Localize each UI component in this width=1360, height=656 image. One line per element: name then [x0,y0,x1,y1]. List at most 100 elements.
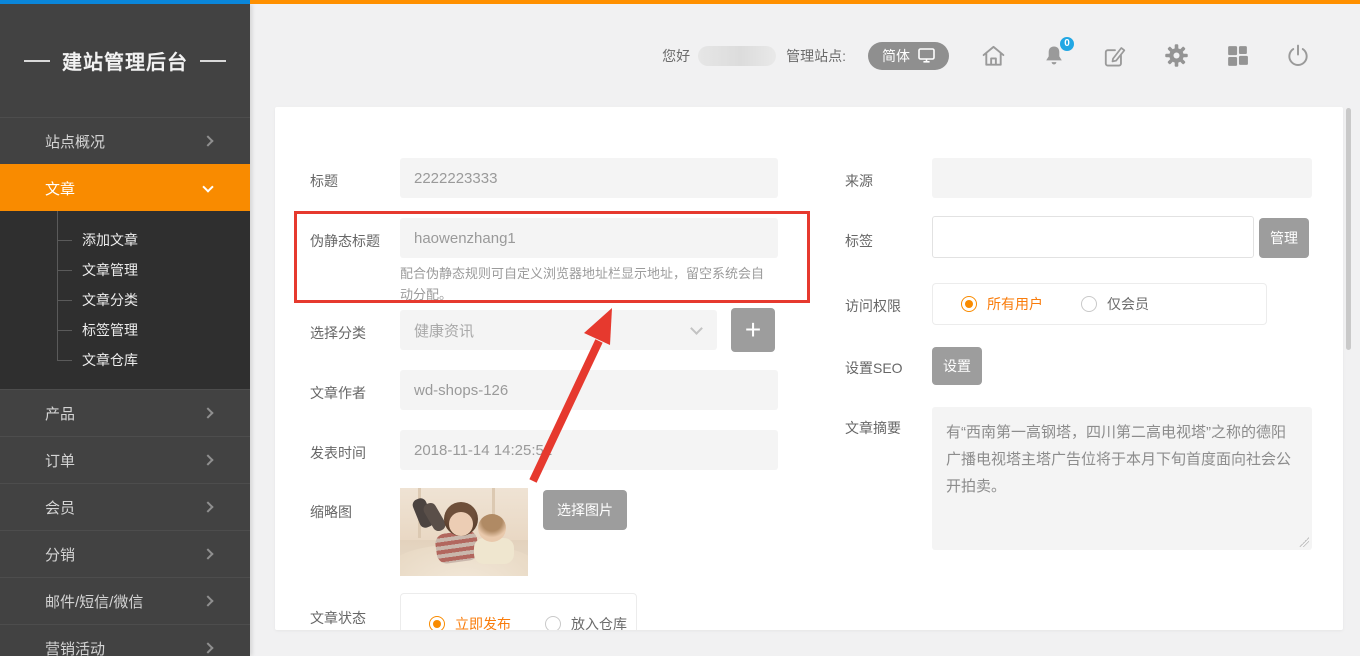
radio-unselected-icon [545,616,561,630]
choose-image-button[interactable]: 选择图片 [543,490,627,530]
radio-publish-now[interactable]: 立即发布 [429,614,511,630]
slug-label: 伪静态标题 [310,231,380,251]
sidebar-item-site-overview[interactable]: 站点概况 [0,117,250,164]
radio-to-warehouse[interactable]: 放入仓库 [545,614,627,630]
topbar-accent-orange [250,0,1360,4]
sidebar-item-label: 站点概况 [45,131,105,152]
sidebar-item-label: 分销 [45,544,75,565]
seo-settings-button[interactable]: 设置 [932,347,982,385]
greeting-text: 您好 [662,46,690,66]
lang-label: 简体 [882,46,910,66]
tags-input[interactable] [932,216,1254,258]
radio-members-only[interactable]: 仅会员 [1081,294,1149,314]
grid-icon [1225,43,1250,68]
sidebar-item-articles[interactable]: 文章 [0,164,250,211]
category-label: 选择分类 [310,323,366,343]
scrollbar-thumb[interactable] [1346,108,1351,350]
access-label: 访问权限 [845,296,901,316]
submenu-item-label: 标签管理 [82,320,138,340]
title-label: 标题 [310,171,338,191]
radio-all-users[interactable]: 所有用户 [961,294,1043,314]
articles-submenu: 添加文章 文章管理 文章分类 标签管理 文章仓库 [0,211,250,389]
power-icon [1285,43,1311,69]
submenu-item-article-warehouse[interactable]: 文章仓库 [0,345,250,375]
radio-selected-icon [429,616,445,630]
app-title: 建站管理后台 [62,46,188,75]
author-label: 文章作者 [310,383,366,403]
manage-site-label: 管理站点: [786,46,846,66]
sidebar-item-label: 会员 [45,497,75,518]
apps-button[interactable] [1223,42,1251,70]
publish-time-input[interactable] [400,430,778,470]
sidebar-item-mail-sms-wechat[interactable]: 邮件/短信/微信 [0,577,250,624]
radio-label: 放入仓库 [571,614,627,630]
chevron-right-icon [202,642,213,653]
submenu-item-article-manage[interactable]: 文章管理 [0,255,250,285]
sidebar-item-products[interactable]: 产品 [0,389,250,436]
slug-input[interactable] [400,218,778,258]
chevron-right-icon [202,548,213,559]
sidebar-item-label: 营销活动 [45,638,105,656]
site-language-button[interactable]: 简体 [868,42,949,70]
sidebar-item-members[interactable]: 会员 [0,483,250,530]
article-edit-panel: 标题 伪静态标题 配合伪静态规则可自定义浏览器地址栏显示地址，留空系统会自动分配… [275,107,1343,630]
publish-time-label: 发表时间 [310,443,366,463]
radio-label: 立即发布 [455,614,511,630]
manage-tags-button[interactable]: 管理 [1259,218,1309,258]
sidebar-item-label: 文章 [45,178,75,199]
monitor-icon [918,48,935,63]
chevron-down-icon [690,322,703,335]
article-status-group: 立即发布 放入仓库 [400,593,637,630]
sidebar-item-orders[interactable]: 订单 [0,436,250,483]
notifications-button[interactable]: 0 [1040,42,1068,70]
sidebar-item-distribution[interactable]: 分销 [0,530,250,577]
gear-icon [1163,42,1190,69]
summary-textarea[interactable]: 有“西南第一高钢塔，四川第二高电视塔”之称的德阳广播电视塔主塔广告位将于本月下旬… [932,407,1312,550]
logout-button[interactable] [1284,42,1312,70]
settings-button[interactable] [1162,42,1190,70]
home-button[interactable] [979,42,1007,70]
submenu-item-article-category[interactable]: 文章分类 [0,285,250,315]
category-value: 健康资讯 [414,320,474,341]
sidebar-item-label: 邮件/短信/微信 [45,591,143,612]
sidebar-item-marketing[interactable]: 营销活动 [0,624,250,656]
resize-handle-icon[interactable] [1299,537,1309,547]
chevron-down-icon [202,181,213,192]
home-icon [980,42,1007,69]
submenu-item-label: 添加文章 [82,230,138,250]
chevron-right-icon [202,407,213,418]
category-select[interactable]: 健康资讯 [400,310,717,350]
header-icon-group: 0 [979,42,1312,70]
sidebar: 建站管理后台 站点概况 文章 添加文章 文章管理 文章分类 标签管理 文章仓库 … [0,4,250,656]
thumbnail-image [400,488,528,576]
radio-label: 仅会员 [1107,294,1149,314]
chevron-right-icon [202,454,213,465]
sidebar-item-label: 产品 [45,403,75,424]
article-status-label: 文章状态 [310,608,366,628]
title-input[interactable] [400,158,778,198]
edit-icon [1102,43,1128,69]
chevron-right-icon [202,595,213,606]
radio-label: 所有用户 [987,294,1043,314]
author-input[interactable] [400,370,778,410]
source-input[interactable] [932,158,1312,198]
topbar-accent-blue [0,0,250,4]
slug-hint: 配合伪静态规则可自定义浏览器地址栏显示地址，留空系统会自动分配。 [400,264,772,306]
summary-label: 文章摘要 [845,418,901,438]
submenu-item-label: 文章分类 [82,290,138,310]
submenu-item-tag-manage[interactable]: 标签管理 [0,315,250,345]
seo-label: 设置SEO [845,358,903,378]
tags-label: 标签 [845,231,873,251]
submenu-item-label: 文章管理 [82,260,138,280]
notification-badge: 0 [1059,36,1075,52]
radio-selected-icon [961,296,977,312]
edit-button[interactable] [1101,42,1129,70]
source-label: 来源 [845,171,873,191]
add-category-button[interactable]: + [731,308,775,352]
logo-dash-left [24,60,50,62]
access-group: 所有用户 仅会员 [932,283,1267,325]
chevron-right-icon [202,135,213,146]
thumbnail-label: 缩略图 [310,502,352,522]
username-redacted [698,46,776,66]
submenu-item-add-article[interactable]: 添加文章 [0,225,250,255]
